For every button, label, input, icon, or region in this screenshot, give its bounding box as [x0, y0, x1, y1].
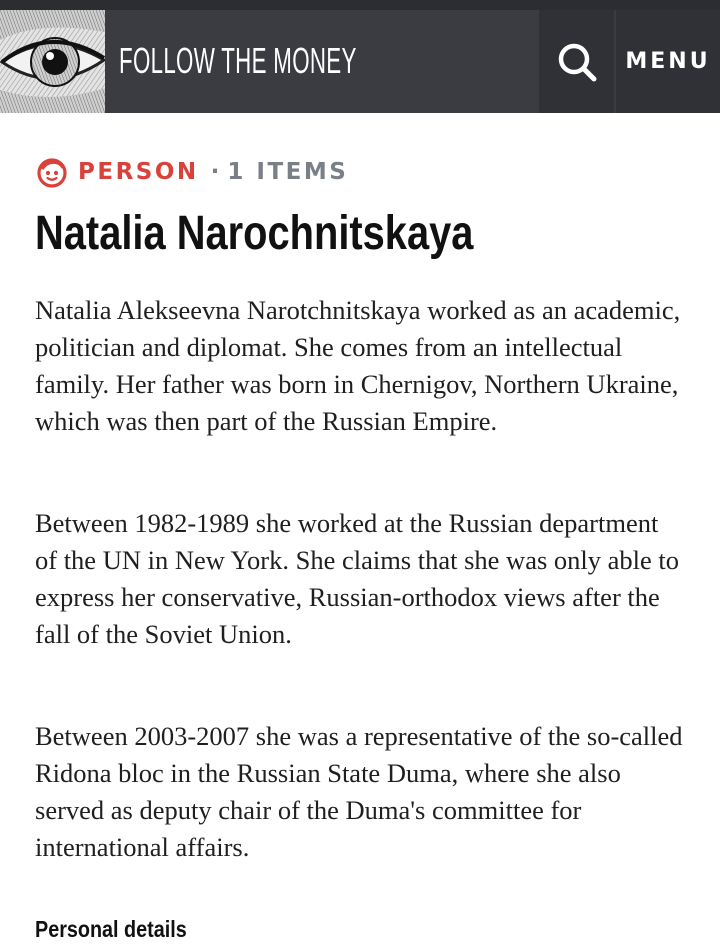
kicker-separator: ·	[210, 159, 220, 185]
search-button[interactable]	[539, 10, 614, 113]
top-strip	[0, 0, 720, 10]
menu-button[interactable]: MENU	[616, 10, 720, 113]
search-icon	[558, 43, 596, 81]
bio-paragraph-2: Between 1982-1989 she worked at the Russ…	[35, 508, 680, 649]
site-logo[interactable]	[0, 10, 105, 113]
bio-paragraph-1: Natalia Alekseevna Narotchnitskaya worke…	[35, 295, 681, 436]
entity-type-kicker: PERSON · 1 ITEMS	[36, 156, 348, 188]
site-title[interactable]: FOLLOW THE MONEY	[119, 41, 357, 81]
site-header: FOLLOW THE MONEY MENU	[0, 10, 720, 113]
page-title: Natalia Narochnitskaya	[35, 207, 474, 260]
bio-paragraph-3: Between 2003-2007 she was a representati…	[35, 721, 683, 862]
entity-type-link[interactable]: PERSON	[78, 159, 199, 185]
entity-item-count: 1 ITEMS	[227, 159, 349, 185]
person-face-icon	[37, 158, 67, 188]
eye-logo-icon	[0, 10, 105, 113]
personal-details-heading: Personal details	[35, 916, 187, 942]
